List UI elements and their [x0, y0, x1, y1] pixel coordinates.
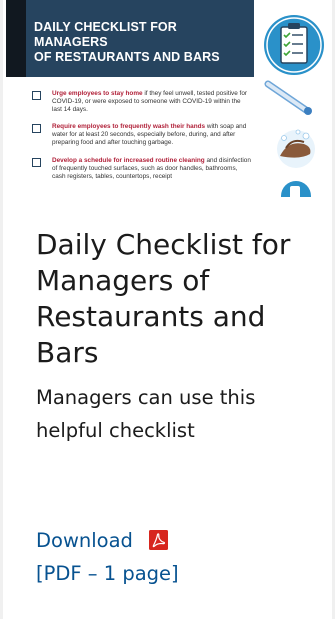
card-description: Managers can use this helpful checklist [36, 386, 256, 442]
checkbox-icon [32, 91, 41, 100]
download-link[interactable]: Download [PDF – 1 page] [36, 524, 326, 590]
checkbox-icon [32, 124, 41, 134]
thumbnail-title-line-1: DAILY CHECKLIST FOR MANAGERS [34, 20, 177, 49]
thermometer-icon [264, 80, 312, 115]
resource-card: DAILY CHECKLIST FOR MANAGERS OF RESTAURA… [0, 0, 335, 619]
thumbnail-illustrations [264, 15, 324, 197]
checkbox-icon [32, 157, 41, 167]
checklist-item-highlight: Develop a schedule for increased routine… [52, 156, 205, 164]
checklist-thumbnail[interactable]: DAILY CHECKLIST FOR MANAGERS OF RESTAURA… [6, 0, 332, 197]
spray-bottle-icon [281, 181, 311, 197]
checklist-item-highlight: Require employees to frequently wash the… [52, 123, 206, 131]
hand-washing-icon [277, 129, 315, 168]
checklist-item-highlight: Urge employees to stay home [52, 90, 143, 97]
card-title[interactable]: Daily Checklist for Managers of Restaura… [36, 227, 326, 371]
clipboard-checklist-icon [264, 15, 324, 75]
pdf-icon [149, 530, 169, 550]
checklist-item: Require employees to frequently wash the… [32, 123, 252, 147]
thumbnail-title-line-2: OF RESTAURANTS AND BARS [34, 50, 220, 64]
download-label: Download [36, 529, 133, 552]
header-accent-strip [6, 0, 26, 77]
thumbnail-title: DAILY CHECKLIST FOR MANAGERS OF RESTAURA… [34, 20, 254, 65]
file-info: [PDF – 1 page] [36, 562, 179, 585]
checklist-item: Urge employees to stay home if they feel… [32, 90, 252, 114]
thumbnail-checklist: Urge employees to stay home if they feel… [32, 90, 252, 190]
checklist-item: Develop a schedule for increased routine… [32, 157, 252, 181]
